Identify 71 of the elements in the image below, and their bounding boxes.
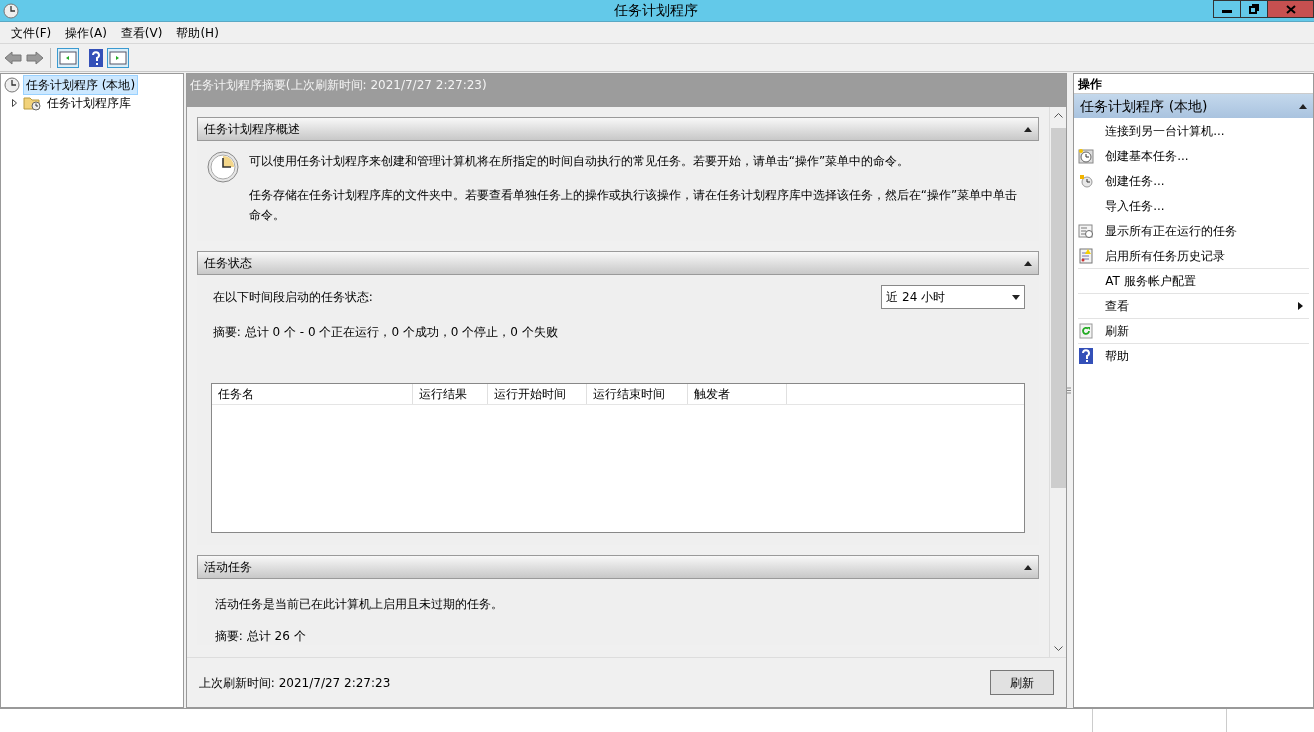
description-text: 活动任务是当前已在此计算机上启用且未过期的任务。 [214, 596, 504, 613]
description-text: 可以使用任务计划程序来创建和管理计算机将在所指定的时间自动执行的常见任务。若要开始，请单击“操作”菜单中的命令。 [248, 153, 911, 170]
history-log-icon [1078, 247, 1095, 264]
scroll-down-icon[interactable] [1053, 646, 1063, 651]
section-title: 任务状态 [203, 255, 252, 272]
collapse-icon[interactable] [1024, 564, 1033, 570]
action-item[interactable]: 连接到另一台计算机... [1078, 118, 1309, 143]
minimize-button[interactable] [1213, 0, 1241, 18]
scroll-up-icon[interactable] [1053, 113, 1063, 118]
group-title: 任务计划程序 (本地) [1080, 96, 1208, 116]
column-header[interactable]: 触发者 [687, 384, 787, 404]
period-dropdown[interactable]: 近 24 小时 [881, 285, 1026, 309]
folder-clock-icon [23, 95, 41, 111]
dropdown-caret-icon [1012, 294, 1021, 300]
column-header[interactable]: 运行结果 [412, 384, 488, 404]
period-label: 在以下时间段启动的任务状态: [212, 289, 373, 306]
summary-header: 任务计划程序摘要(上次刷新时间: 2021/7/27 2:27:23) [186, 74, 1067, 107]
restore-button[interactable] [1241, 0, 1267, 18]
menu-item[interactable]: 查看(V) [113, 23, 170, 42]
clock-icon [206, 151, 239, 183]
refresh-button[interactable]: 刷新 [990, 670, 1055, 695]
summary-text: 摘要: 总计 0 个 - 0 个正在运行，0 个成功，0 个停止，0 个失败 [212, 324, 559, 341]
action-item[interactable]: 创建任务... [1078, 168, 1309, 193]
restore-icon [1249, 4, 1259, 14]
close-button[interactable] [1267, 0, 1314, 18]
show-action-pane-icon[interactable] [107, 47, 129, 68]
section-title: 活动任务 [203, 559, 252, 576]
action-item[interactable]: 帮助 [1078, 343, 1309, 368]
clock-icon [3, 2, 19, 19]
action-item[interactable]: 创建基本任务... [1078, 143, 1309, 168]
back-arrow-icon[interactable] [4, 50, 22, 65]
section-header[interactable]: 任务计划程序概述 [196, 117, 1040, 141]
wizard-clock-icon [1078, 147, 1095, 164]
scrollbar[interactable] [1049, 107, 1067, 657]
refresh-icon [1078, 323, 1095, 339]
action-item[interactable]: 导入任务... [1078, 193, 1309, 218]
menu-item[interactable]: 帮助(H) [169, 23, 226, 42]
action-group-header[interactable]: 任务计划程序 (本地) [1074, 94, 1313, 118]
close-icon [1285, 4, 1296, 14]
description-text: 任务存储在任务计划程序库的文件夹中。若要查看单独任务上的操作或执行该操作，请在任务计划程序库中选择该任务，然后在“操作”菜单中单击命令。 [248, 187, 1019, 224]
collapse-icon[interactable] [1024, 126, 1033, 132]
collapsed-caret-icon[interactable] [12, 99, 20, 107]
column-header[interactable]: 运行结束时间 [586, 384, 688, 404]
column-header[interactable]: 运行开始时间 [487, 384, 587, 404]
running-list-icon [1078, 222, 1095, 239]
action-item[interactable]: 刷新 [1078, 318, 1309, 343]
action-item[interactable]: AT 服务帐户配置 [1078, 268, 1309, 293]
clock-icon [4, 77, 20, 93]
last-refresh-text: 上次刷新时间: 2021/7/27 2:27:23 [198, 674, 391, 692]
column-header[interactable]: 任务名 [211, 384, 413, 404]
splitter-grip-icon[interactable] [1067, 387, 1072, 394]
help-icon[interactable] [89, 48, 103, 67]
action-item[interactable]: 显示所有正在运行的任务 [1078, 218, 1309, 243]
action-item[interactable]: 启用所有任务历史记录 [1078, 243, 1309, 268]
section-header[interactable]: 活动任务 [196, 555, 1040, 579]
show-tree-icon[interactable] [57, 47, 79, 68]
section-title: 任务计划程序概述 [203, 121, 300, 138]
help-icon [1078, 348, 1095, 364]
tree-item[interactable]: 任务计划程序库 [44, 93, 134, 113]
collapse-icon[interactable] [1024, 260, 1033, 266]
action-item[interactable]: 查看 [1078, 293, 1309, 318]
tree-item[interactable]: 任务计划程序 (本地) [23, 75, 139, 95]
menu-item[interactable]: 文件(F) [4, 23, 59, 42]
menu-item[interactable]: 操作(A) [58, 23, 114, 42]
window-title: 任务计划程序 [614, 1, 698, 20]
forward-arrow-icon[interactable] [26, 50, 44, 65]
description-text: 摘要: 总计 26 个 [214, 628, 307, 645]
collapse-icon[interactable] [1299, 103, 1307, 109]
section-header[interactable]: 任务状态 [196, 251, 1040, 275]
scroll-thumb[interactable] [1050, 128, 1066, 488]
task-clock-icon [1078, 172, 1095, 189]
